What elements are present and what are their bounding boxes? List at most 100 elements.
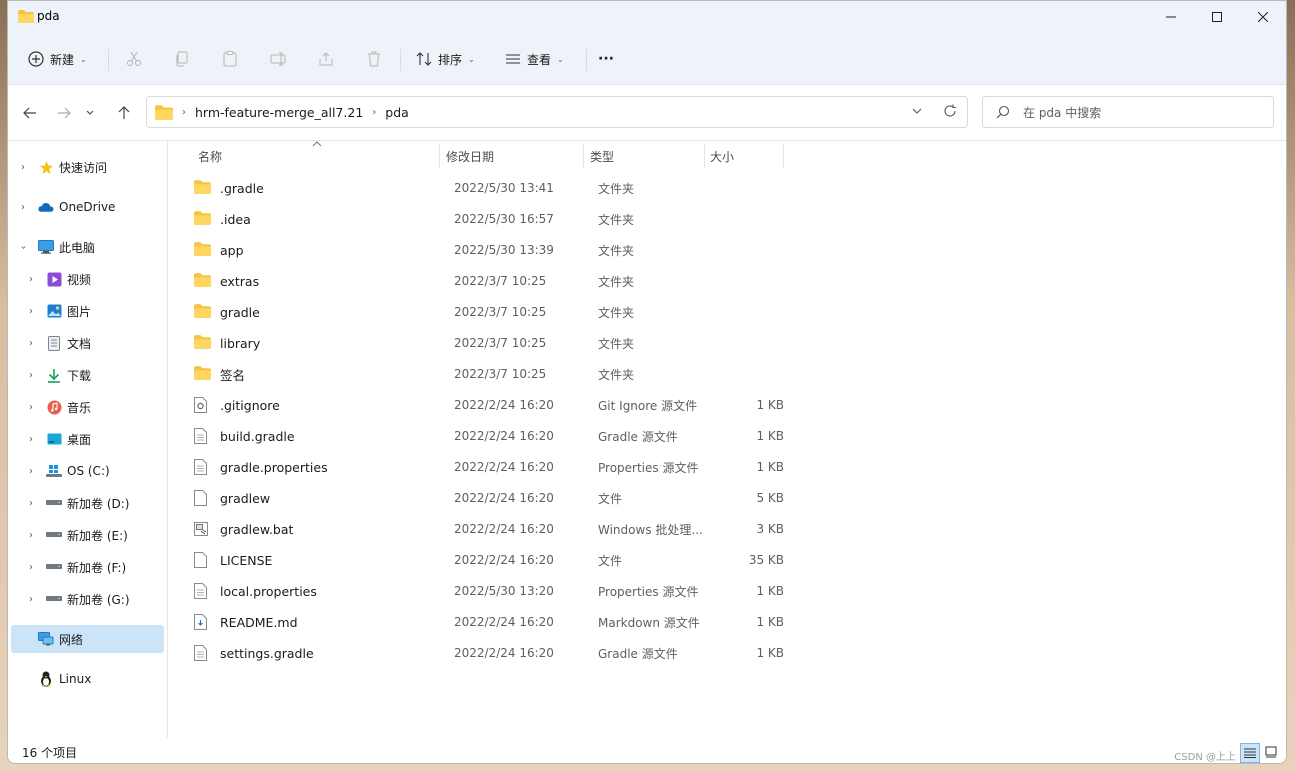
- file-size: 3 KB: [756, 522, 784, 536]
- breadcrumb-segment[interactable]: pda: [385, 105, 409, 120]
- sidebar-item-network[interactable]: 网络: [11, 625, 164, 653]
- cut-button[interactable]: [120, 45, 148, 73]
- sidebar-item-downloads[interactable]: › 下载: [8, 361, 164, 389]
- sidebar-item-this-pc[interactable]: › 此电脑: [8, 233, 164, 261]
- file-row[interactable]: .idea 2022/5/30 16:57 文件夹: [182, 204, 782, 234]
- chevron-right-icon: ›: [29, 401, 33, 413]
- address-bar[interactable]: › hrm-feature-merge_all7.21 › pda: [146, 96, 968, 128]
- sidebar-item-music[interactable]: › 音乐: [8, 393, 164, 421]
- sidebar-item-drive-d[interactable]: › 新加卷 (D:): [8, 489, 164, 517]
- folder-icon: [194, 366, 211, 382]
- sidebar-item-linux[interactable]: Linux: [8, 665, 164, 693]
- column-header-name[interactable]: 名称: [198, 141, 222, 171]
- sidebar-item-pictures[interactable]: › 图片: [8, 297, 164, 325]
- forward-button[interactable]: [50, 99, 78, 127]
- maximize-button[interactable]: [1194, 1, 1240, 33]
- back-button[interactable]: [16, 99, 44, 127]
- file-row[interactable]: gradlew 2022/2/24 16:20 文件 5 KB: [182, 483, 784, 513]
- file-name: gradlew.bat: [220, 521, 294, 537]
- minimize-button[interactable]: [1148, 1, 1194, 33]
- file-row[interactable]: gradle 2022/3/7 10:25 文件夹: [182, 297, 782, 327]
- sidebar-item-desktop[interactable]: › 桌面: [8, 425, 164, 453]
- column-header-type[interactable]: 类型: [590, 141, 614, 171]
- up-button[interactable]: [110, 99, 138, 127]
- view-button[interactable]: 查看 ⌄: [505, 45, 564, 73]
- file-row[interactable]: gradlew.bat 2022/2/24 16:20 Windows 批处理...…: [182, 514, 784, 544]
- file-size: [722, 359, 784, 389]
- column-header-size[interactable]: 大小: [710, 141, 734, 171]
- desktop-icon: [46, 431, 62, 447]
- file-size: 1 KB: [756, 584, 784, 598]
- file-date: 2022/2/24 16:20: [454, 646, 554, 660]
- file-size: [722, 266, 784, 296]
- sidebar-item-drive-f[interactable]: › 新加卷 (F:): [8, 553, 164, 581]
- close-button[interactable]: [1240, 1, 1286, 33]
- file-row[interactable]: app 2022/5/30 13:39 文件夹: [182, 235, 782, 265]
- file-row[interactable]: extras 2022/3/7 10:25 文件夹: [182, 266, 782, 296]
- delete-button[interactable]: [360, 45, 388, 73]
- sidebar-item-onedrive[interactable]: › OneDrive: [8, 193, 164, 221]
- file-size: 35 KB: [748, 553, 784, 567]
- trash-icon: [368, 51, 380, 67]
- windows-drive-icon: [46, 463, 62, 479]
- folder-icon: [194, 335, 211, 351]
- copy-button[interactable]: [168, 45, 196, 73]
- file-row[interactable]: local.properties 2022/5/30 13:20 Propertie…: [182, 576, 784, 606]
- sidebar-item-drive-e[interactable]: › 新加卷 (E:): [8, 521, 164, 549]
- sort-button[interactable]: 排序 ⌄: [416, 45, 475, 73]
- file-row[interactable]: .gradle 2022/5/30 13:41 文件夹: [182, 173, 782, 203]
- breadcrumb-segment[interactable]: hrm-feature-merge_all7.21: [195, 105, 363, 120]
- file-row[interactable]: gradle.properties 2022/2/24 16:20 Properti…: [182, 452, 784, 482]
- paste-button[interactable]: [216, 45, 244, 73]
- address-dropdown-button[interactable]: [911, 105, 923, 120]
- column-header-date[interactable]: 修改日期: [446, 141, 494, 171]
- chevron-right-icon: ›: [21, 161, 25, 173]
- sidebar-item-drive-g[interactable]: › 新加卷 (G:): [8, 585, 164, 613]
- chevron-right-icon: ›: [21, 201, 25, 213]
- file-row[interactable]: settings.gradle 2022/2/24 16:20 Gradle 源文件…: [182, 638, 784, 668]
- sidebar-item-drive-c[interactable]: › OS (C:): [8, 457, 164, 485]
- file-list: 名称 修改日期 类型 大小 .gradle 2022/5/30 13:41 文件夹.…: [168, 141, 1286, 738]
- chevron-right-icon: ›: [182, 106, 186, 118]
- column-divider[interactable]: [704, 143, 705, 169]
- file-name: settings.gradle: [220, 645, 314, 661]
- search-box[interactable]: 在 pda 中搜索: [982, 96, 1274, 128]
- text-file-icon: [194, 583, 210, 599]
- share-icon: [319, 52, 333, 66]
- sidebar-item-documents[interactable]: › 文档: [8, 329, 164, 357]
- drive-icon: [46, 559, 62, 575]
- file-date: 2022/2/24 16:20: [454, 460, 554, 474]
- file-row[interactable]: library 2022/3/7 10:25 文件夹: [182, 328, 782, 358]
- text-file-icon: [194, 428, 210, 444]
- new-button[interactable]: 新建 ⌄: [28, 45, 87, 73]
- refresh-button[interactable]: [943, 104, 957, 121]
- column-divider[interactable]: [439, 143, 440, 169]
- file-row[interactable]: LICENSE 2022/2/24 16:20 文件 35 KB: [182, 545, 784, 575]
- title-bar[interactable]: pda: [8, 1, 1286, 33]
- file-row[interactable]: .gitignore 2022/2/24 16:20 Git Ignore 源文件 1…: [182, 390, 784, 420]
- new-label: 新建: [50, 52, 75, 67]
- chevron-right-icon: ›: [29, 337, 33, 349]
- file-name: gradle: [220, 304, 260, 320]
- file-icon: [194, 552, 210, 568]
- sidebar-item-label: 下载: [67, 368, 92, 383]
- tiles-view-button[interactable]: [1262, 743, 1280, 761]
- pc-icon: [38, 239, 54, 255]
- rename-button[interactable]: [264, 45, 292, 73]
- sidebar-item-videos[interactable]: › 视频: [8, 265, 164, 293]
- recent-locations-button[interactable]: [80, 99, 100, 127]
- details-view-button[interactable]: [1240, 743, 1260, 763]
- file-row[interactable]: build.gradle 2022/2/24 16:20 Gradle 源文件 1 K…: [182, 421, 784, 451]
- more-icon: ···: [598, 51, 614, 67]
- file-size: 1 KB: [756, 429, 784, 443]
- sort-ascending-icon: [312, 141, 322, 147]
- sidebar-item-label: 音乐: [67, 400, 92, 415]
- sidebar-item-quick-access[interactable]: › 快速访问: [8, 153, 164, 181]
- share-button[interactable]: [312, 45, 340, 73]
- more-options-button[interactable]: ···: [598, 45, 614, 73]
- file-row[interactable]: 签名 2022/3/7 10:25 文件夹: [182, 359, 782, 389]
- column-divider[interactable]: [783, 143, 784, 169]
- column-divider[interactable]: [583, 143, 584, 169]
- chevron-right-icon: ›: [29, 465, 33, 477]
- file-row[interactable]: README.md 2022/2/24 16:20 Markdown 源文件 1 KB: [182, 607, 784, 637]
